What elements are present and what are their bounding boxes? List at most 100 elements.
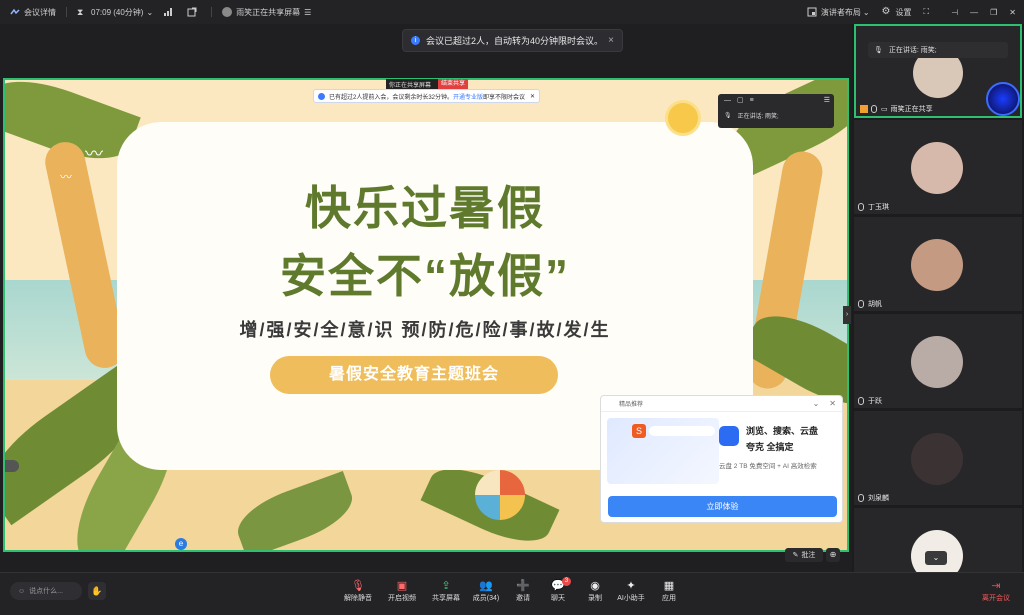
chevron-down-icon: ⌄ <box>862 7 870 17</box>
sharer-avatar <box>222 7 233 17</box>
slide-subtitle: 增/强/安/全/意/识 预/防/危/险/事/故/发/生 <box>239 320 611 340</box>
share-screen-icon: ⇪ <box>441 580 451 592</box>
divider <box>66 7 67 17</box>
participant-name: 于跃 <box>858 396 882 406</box>
promo-line3: 云盘 2 TB 免费空间 + AI 高效检索 <box>719 463 817 470</box>
restore-icon: ❐ <box>990 7 998 17</box>
promo-popup[interactable]: 精品推荐 ⌄ ✕ S 浏览、搜索、云盘 夸克 全搞定 云盘 2 TB 免费空间 … <box>600 395 843 523</box>
gear-icon: ⚙ <box>881 6 891 17</box>
close-button[interactable]: ✕ <box>1009 8 1016 17</box>
settings-button[interactable]: ⚙ 设置 <box>882 7 912 18</box>
collapse-panel-button[interactable]: › <box>843 306 851 324</box>
screen-share-icon: ▭ <box>881 106 888 113</box>
minimize-button[interactable]: — <box>970 8 978 17</box>
signal-button[interactable] <box>163 7 177 17</box>
chevron-down-icon: ⌄ <box>932 553 940 562</box>
muted-mic-icon <box>858 397 864 405</box>
quark-logo-icon <box>719 426 739 446</box>
chevron-down-icon: ⌄ <box>146 7 154 17</box>
mic-icon <box>871 105 877 113</box>
timer[interactable]: ⧗ 07:09 (40分钟) ⌄ <box>77 7 153 18</box>
hand-icon: ✋ <box>91 586 103 596</box>
avatar <box>911 239 963 291</box>
inner-banner-suffix: 即享不限时会议 <box>483 94 526 101</box>
sharing-status-label: 雨笑正在共享屏幕 <box>236 7 301 17</box>
slide-title-line1: 快乐过暑假 <box>305 182 545 234</box>
participant-tile[interactable]: 于跃 <box>854 314 1022 408</box>
window-icon: ▢ <box>737 97 744 104</box>
inner-speaking-label: 正在讲话: 雨笑; <box>737 113 779 120</box>
fullscreen-icon: ⛶ <box>923 7 930 16</box>
annotate-button[interactable]: ✎ 批注 <box>785 548 823 562</box>
slide-title-line2: 安全不“放假” <box>280 250 570 302</box>
minimize-icon: — <box>970 7 979 17</box>
sharing-status[interactable]: 雨笑正在共享屏幕 ☰ <box>222 7 311 18</box>
participant-tile[interactable]: 胡帆 <box>854 217 1022 311</box>
participant-tile[interactable]: 丁玉琪 <box>854 120 1022 214</box>
promo-illustration: S <box>607 418 719 484</box>
meeting-details-button[interactable]: 会议详情 <box>10 7 56 18</box>
share-screen-button[interactable]: ⇪ 共享屏幕 <box>424 579 468 603</box>
participant-tile[interactable]: 🎙 正在讲话: 雨笑; ▭ 雨笑正在共享 <box>854 24 1022 118</box>
zoom-button[interactable]: ⊕ <box>826 548 840 562</box>
speaking-label: 正在讲话: 雨笑; <box>888 47 937 54</box>
inner-stop-share-button: 结束共享 <box>437 79 468 89</box>
timer-label: 07:09 (40分钟) <box>91 7 144 17</box>
apps-button[interactable]: ▦ 应用 <box>647 579 691 603</box>
inner-speaker-window: — ▢ ≡ ☰ 🎙 正在讲话: 雨笑; <box>718 94 834 128</box>
menu-icon: ☰ <box>304 7 312 17</box>
scroll-down-button[interactable]: ⌄ <box>925 551 947 565</box>
close-icon[interactable]: × <box>608 35 614 46</box>
pin-button[interactable]: ⊣ <box>951 8 958 17</box>
close-icon: ✕ <box>529 93 535 100</box>
popout-button[interactable] <box>187 7 201 17</box>
raise-hand-button[interactable]: ✋ <box>88 582 106 600</box>
start-video-button[interactable]: ▣ 开启视频 <box>380 579 424 603</box>
participant-name: 胡帆 <box>858 299 882 309</box>
avatar <box>911 336 963 388</box>
unmute-button[interactable]: 🎙 解除静音 <box>336 579 380 603</box>
menu-icon: ☰ <box>823 97 830 104</box>
chevron-right-icon: › <box>845 311 849 318</box>
settings-label: 设置 <box>895 7 912 17</box>
participant-tile[interactable]: 刘泉麟 <box>854 411 1022 505</box>
browser-toolbar-illustration <box>649 426 715 436</box>
left-edge-handle[interactable] <box>5 460 19 472</box>
hourglass-icon: ⧗ <box>77 7 84 17</box>
seagull-icon: 〰 <box>85 144 103 164</box>
close-icon: ✕ <box>1009 7 1016 17</box>
annotate-label: 批注 <box>801 552 816 559</box>
sun-icon <box>665 100 701 136</box>
participant-name: ▭ 雨笑正在共享 <box>860 104 933 114</box>
tencent-meeting-logo-icon <box>10 8 20 15</box>
fullscreen-button[interactable]: ⛶ <box>924 7 930 17</box>
layout-icon <box>807 7 817 17</box>
external-link-icon <box>187 7 197 17</box>
ie-icon: e <box>175 538 187 550</box>
notice-text: 会议已超过2人，自动转为40分钟限时会议。 <box>426 36 604 46</box>
chat-input[interactable]: ☺ 说点什么... <box>10 582 82 600</box>
avatar <box>911 433 963 485</box>
list-icon: ≡ <box>749 96 754 104</box>
seagull-icon: 〰 <box>60 170 73 184</box>
presenter-layout-button[interactable]: 演讲者布局 ⌄ <box>807 7 870 18</box>
app-orb-icon <box>986 82 1020 116</box>
info-icon <box>318 92 325 100</box>
restore-button[interactable]: ❐ <box>990 8 997 17</box>
close-icon[interactable]: ✕ <box>829 399 836 408</box>
mic-off-icon: 🎙 <box>351 580 365 592</box>
time-limit-notice: i 会议已超过2人，自动转为40分钟限时会议。 × <box>402 29 623 52</box>
participant-panel: 🎙 正在讲话: 雨笑; ▭ 雨笑正在共享 丁玉琪 胡帆 于跃 刘泉麟 <box>852 24 1024 582</box>
unread-badge: 3 <box>562 577 571 586</box>
inner-time-banner: 已有超过2人提前入会，会议剩余时长32分钟。 开通专业版 即享不限时会议 ✕ <box>313 89 540 103</box>
chevron-down-icon[interactable]: ⌄ <box>813 399 820 408</box>
apps-icon: ▦ <box>663 580 675 592</box>
avatar <box>911 142 963 194</box>
camera-off-icon: ▣ <box>396 580 408 592</box>
leave-meeting-button[interactable]: ⇥ 离开会议 <box>974 579 1018 603</box>
try-now-button[interactable]: 立即体验 <box>608 496 837 517</box>
participant-name: 刘泉麟 <box>858 493 889 503</box>
inner-banner-text: 已有超过2人提前入会，会议剩余时长32分钟。 <box>329 94 454 101</box>
top-bar: 会议详情 ⧗ 07:09 (40分钟) ⌄ 雨笑正在共享屏幕 ☰ 演讲者布局 ⌄… <box>0 0 1024 24</box>
bottom-toolbar: ☺ 说点什么... ✋ 🎙 解除静音 ▣ 开启视频 ⇪ 共享屏幕 👥 成员(34) ➕ 邀… <box>0 572 1024 615</box>
